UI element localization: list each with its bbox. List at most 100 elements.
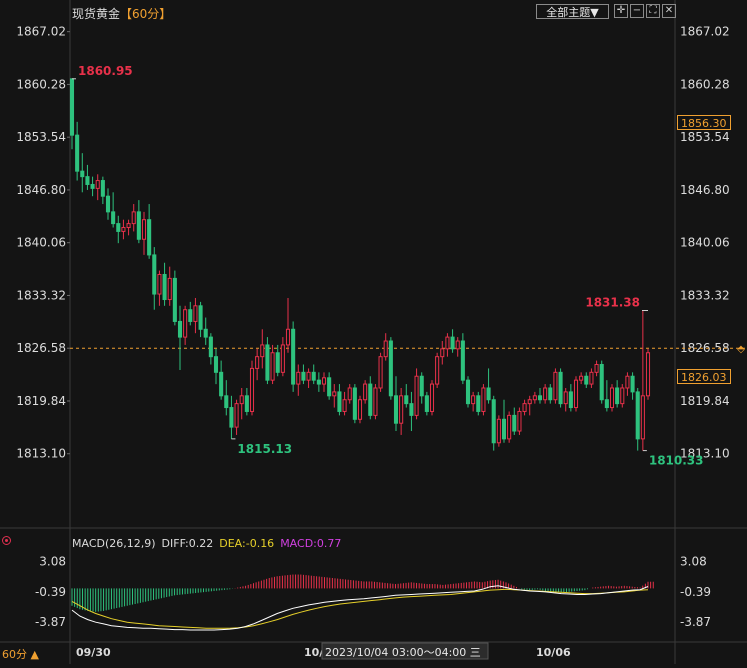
candle-body xyxy=(491,399,496,444)
candle-body xyxy=(388,340,393,397)
macd-dea-value: DEA:-0.16 xyxy=(219,537,275,550)
candle-body xyxy=(486,387,491,401)
candle-body xyxy=(255,356,260,369)
candle-body xyxy=(306,371,311,381)
close-icon[interactable]: ✕ xyxy=(662,4,676,18)
macd-tick-left: -0.39 xyxy=(35,585,66,599)
candle-body xyxy=(604,399,609,409)
candle-body xyxy=(548,387,553,401)
candle-body xyxy=(157,273,162,295)
candle-body xyxy=(594,364,599,373)
candle-body xyxy=(465,379,471,405)
extreme-label: 1860.95 xyxy=(78,64,133,78)
candle-body xyxy=(635,391,640,440)
candle-body xyxy=(327,377,332,397)
candle-body xyxy=(249,367,255,412)
candle-body xyxy=(234,403,239,428)
chart-stage[interactable]: 1867.02 1867.02 1860.28 1860.28 1853.54 1853.… xyxy=(0,0,747,664)
candle-body xyxy=(481,387,486,412)
macd-macd-value: MACD:0.77 xyxy=(280,537,342,550)
y-tick-left: 1819.84 xyxy=(16,394,66,408)
candle-body xyxy=(75,134,80,172)
macd-tick-right: 3.08 xyxy=(680,555,707,569)
candle-body xyxy=(419,375,424,397)
y-tick-left: 1833.32 xyxy=(16,288,66,302)
candle-body xyxy=(357,399,363,420)
candle-body xyxy=(172,277,177,322)
candle-body xyxy=(429,383,435,412)
macd-tick-left: -3.87 xyxy=(35,615,66,629)
candle-body xyxy=(95,180,100,189)
instrument-name: 现货黄金 xyxy=(72,7,121,21)
candle-body xyxy=(512,414,517,432)
candle-body xyxy=(496,418,501,444)
candle-body xyxy=(136,211,141,240)
candle-body xyxy=(90,183,95,189)
chart-svg[interactable]: 1867.02 1867.02 1860.28 1860.28 1853.54 1853.… xyxy=(0,0,747,664)
timeframe-label: 【60分】 xyxy=(120,7,172,21)
candle-body xyxy=(609,387,615,409)
y-tick-right: 1819.84 xyxy=(680,394,730,408)
y-tick-right: 1860.28 xyxy=(680,77,730,91)
candle-body xyxy=(620,387,625,405)
minus-icon[interactable]: − xyxy=(630,4,644,18)
candle-body xyxy=(393,395,399,424)
candle-body xyxy=(450,336,455,350)
candle-body xyxy=(316,379,321,385)
candle-body xyxy=(162,273,167,301)
candle-body xyxy=(131,211,136,225)
cursor-time-label: 2023/10/04 03:00～04:00 三 xyxy=(325,646,481,659)
candle-body xyxy=(501,418,507,440)
candle-body xyxy=(275,352,280,373)
candle-body xyxy=(116,223,121,232)
fullscreen-icon[interactable]: ⛶ xyxy=(646,4,660,18)
candle-body xyxy=(260,344,265,358)
candle-body xyxy=(105,195,111,213)
candle-body xyxy=(219,371,224,397)
candle-body xyxy=(111,211,116,225)
y-tick-left: 1853.54 xyxy=(16,130,66,144)
candle-body xyxy=(630,375,635,393)
extreme-label: 1831.38 xyxy=(585,295,640,309)
candle-body xyxy=(568,391,573,409)
macd-legend: MACD(26,12,9) DIFF:0.22 DEA:-0.16 MACD:0.77 xyxy=(72,537,347,550)
candle-body xyxy=(399,395,404,424)
candle-body xyxy=(460,340,465,381)
candle-body xyxy=(584,375,589,385)
candle-body xyxy=(188,309,193,322)
macd-tick-right: -0.39 xyxy=(680,585,711,599)
candle-body xyxy=(440,348,445,358)
candle-body xyxy=(414,375,419,416)
candle-body xyxy=(625,375,630,389)
candle-body xyxy=(383,340,388,358)
candle-body xyxy=(537,395,543,401)
indicator-settings-icon[interactable] xyxy=(2,536,11,545)
candle-body xyxy=(239,395,244,405)
timeframe-toggle[interactable]: 60分 ▲ xyxy=(2,646,39,662)
theme-select-button[interactable]: 全部主题▼ xyxy=(536,4,609,19)
x-label-1006: 10/06 xyxy=(536,646,571,659)
y-tick-right: 1867.02 xyxy=(680,25,730,39)
candle-body xyxy=(409,403,414,416)
candle-body xyxy=(615,387,620,405)
candle-body xyxy=(167,277,172,301)
candle-body xyxy=(522,403,527,412)
extreme-label: 1815.13 xyxy=(237,442,292,456)
candle-body xyxy=(352,387,357,420)
candle-body xyxy=(141,219,147,240)
y-tick-right: 1826.58 xyxy=(680,341,730,355)
macd-tick-left: 3.08 xyxy=(39,555,66,569)
candle-body xyxy=(213,356,219,373)
y-tick-left: 1860.28 xyxy=(16,77,66,91)
y-tick-right: 1853.54 xyxy=(680,130,730,144)
candle-body xyxy=(301,371,306,381)
candle-body xyxy=(363,383,368,401)
candle-body xyxy=(368,383,373,416)
candle-body xyxy=(224,395,229,409)
candle-body xyxy=(198,305,203,330)
candle-body xyxy=(208,336,213,358)
cursor-arrow-icon: ⬘ xyxy=(737,344,745,355)
candle-body xyxy=(337,391,342,412)
candle-body xyxy=(121,227,126,232)
crosshair-icon[interactable]: ✛ xyxy=(614,4,628,18)
